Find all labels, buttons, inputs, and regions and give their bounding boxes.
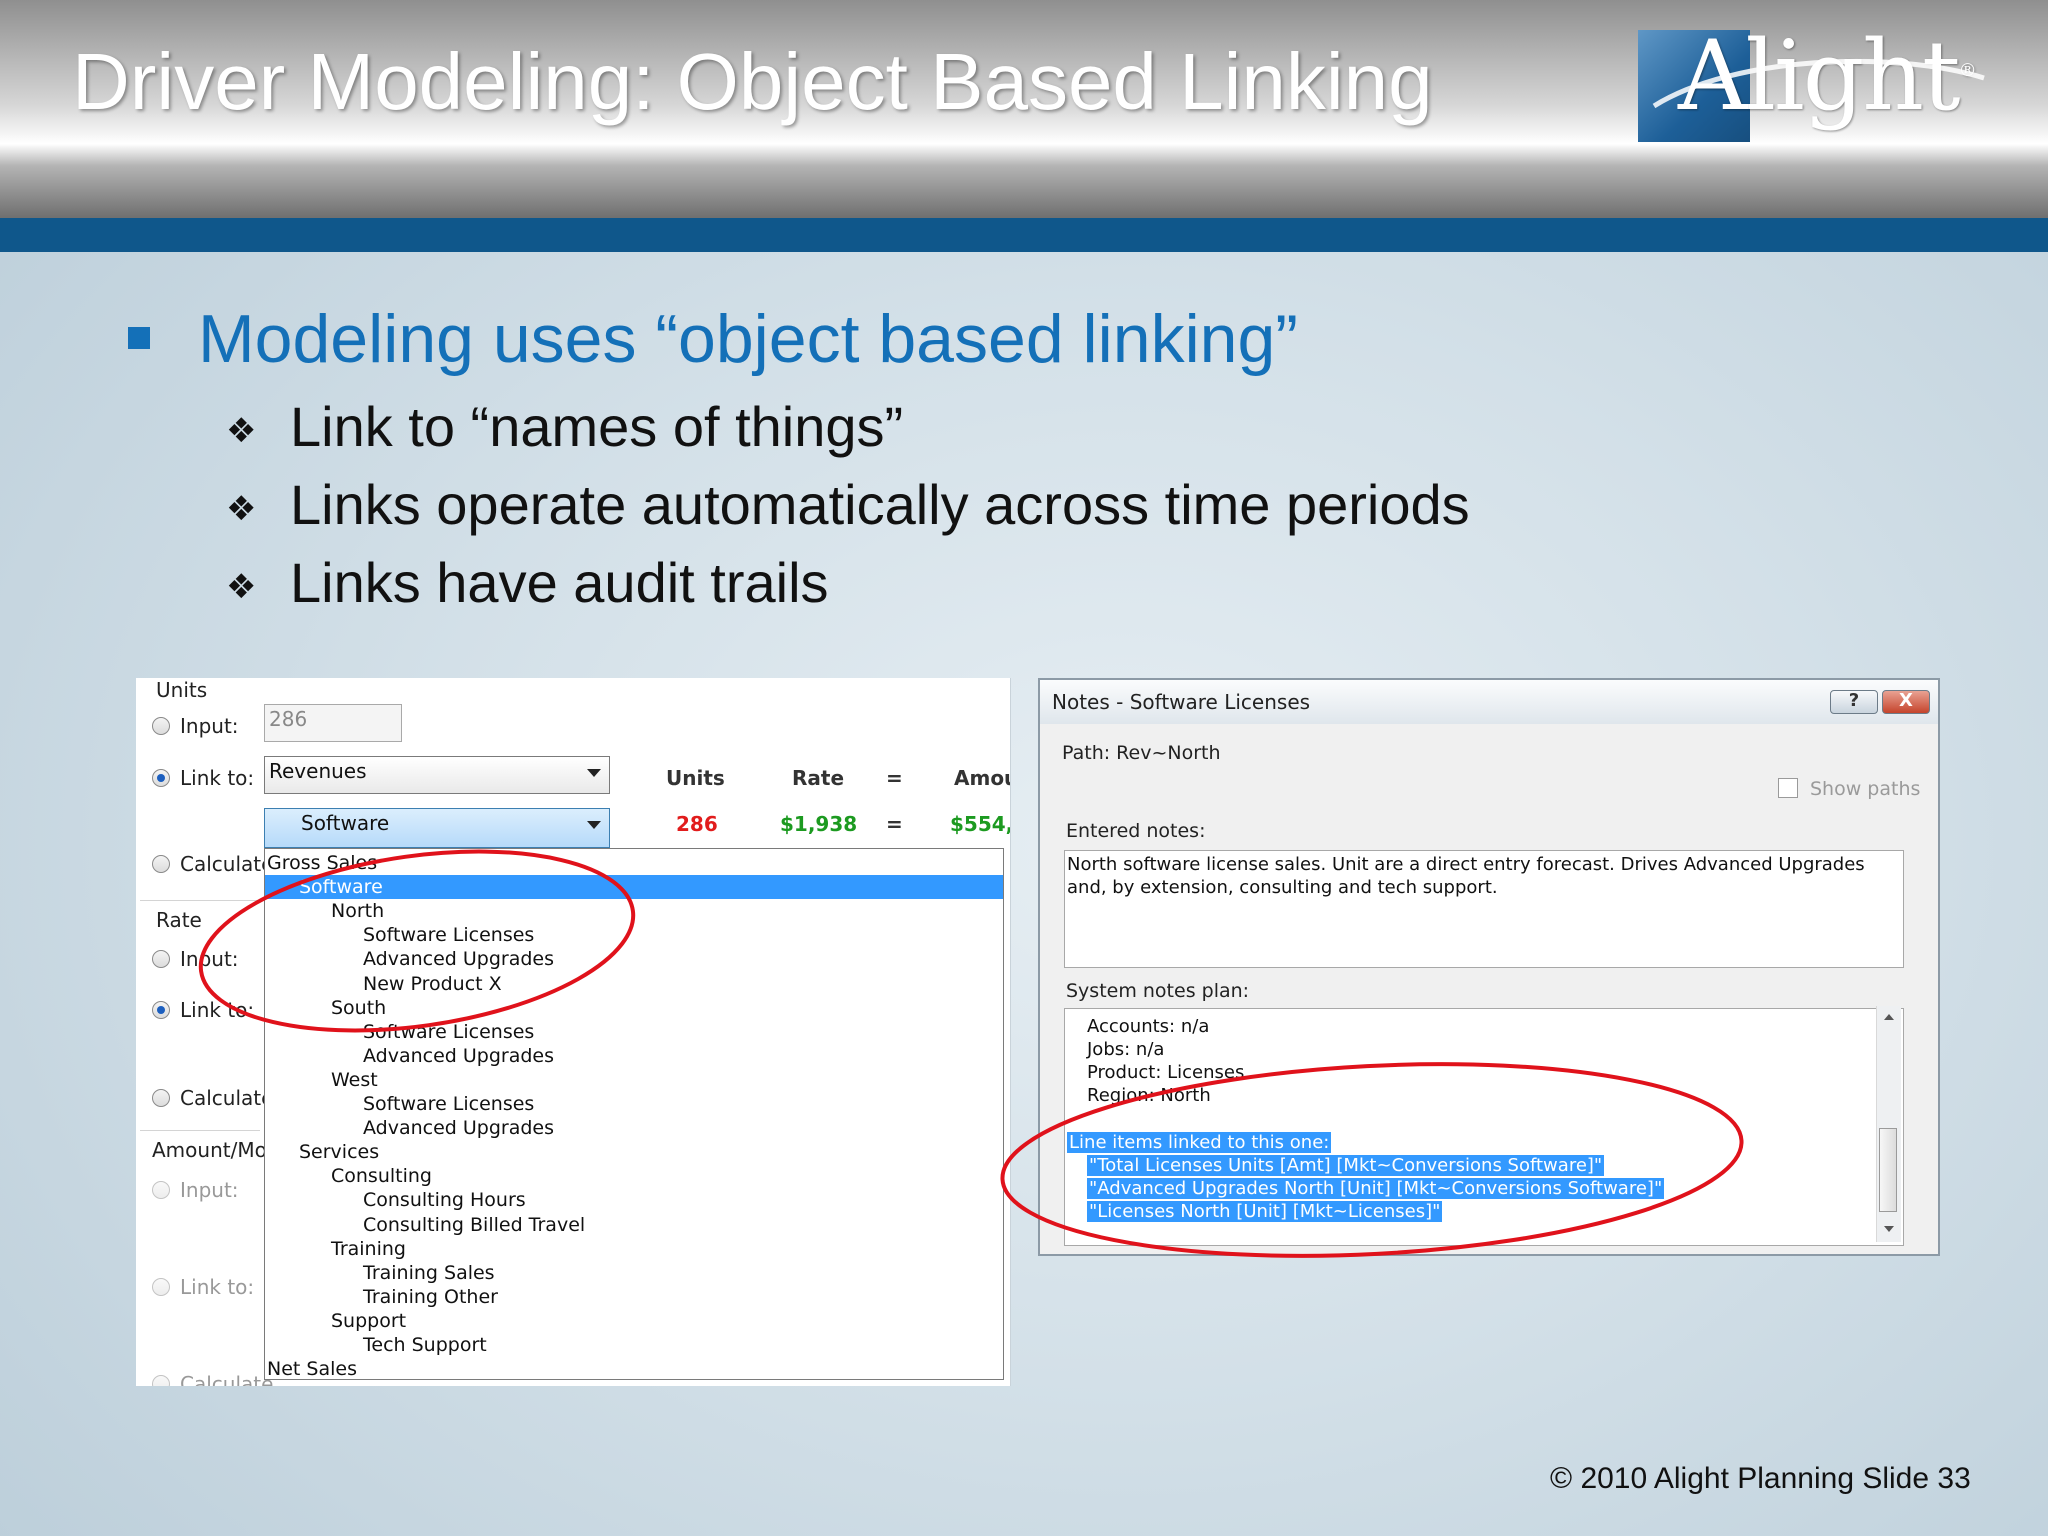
slide-title: Driver Modeling: Object Based Linking bbox=[72, 37, 1433, 126]
dropdown-item[interactable]: Advanced Upgrades bbox=[363, 1116, 554, 1140]
units-link-label: Link to: bbox=[180, 766, 255, 790]
divider bbox=[140, 900, 260, 901]
chevron-down-icon bbox=[587, 769, 601, 777]
col-header-rate: Rate bbox=[792, 766, 845, 790]
dropdown-item[interactable]: Consulting Billed Travel bbox=[363, 1213, 585, 1237]
help-button[interactable]: ? bbox=[1830, 690, 1878, 714]
dropdown-item[interactable]: North bbox=[331, 899, 384, 923]
divider bbox=[140, 1130, 260, 1131]
dropdown-item[interactable]: Services bbox=[299, 1140, 379, 1164]
logo-swoosh-icon bbox=[1652, 58, 1985, 109]
rate-input-radio[interactable] bbox=[152, 950, 170, 968]
units-link-radio[interactable] bbox=[152, 769, 170, 787]
dropdown-item[interactable]: Training Other bbox=[363, 1285, 498, 1309]
dropdown-item[interactable]: Net Sales bbox=[267, 1357, 357, 1379]
slide-footer: © 2010 Alight Planning Slide 33 bbox=[1550, 1462, 1971, 1495]
linked-line-item: "Advanced Upgrades North [Unit] [Mkt~Con… bbox=[1087, 1178, 1665, 1199]
dropdown-item[interactable]: Training bbox=[331, 1237, 406, 1261]
link-category-combo[interactable]: Revenues bbox=[264, 756, 610, 794]
dropdown-item[interactable]: Support bbox=[331, 1309, 406, 1333]
dropdown-item[interactable]: Software Licenses bbox=[363, 1092, 534, 1116]
linked-line-item: "Total Licenses Units [Amt] [Mkt~Convers… bbox=[1087, 1155, 1605, 1176]
amount-link-radio[interactable] bbox=[152, 1278, 170, 1296]
dropdown-item[interactable]: Software Licenses bbox=[363, 1020, 534, 1044]
dropdown-item[interactable]: West bbox=[331, 1068, 378, 1092]
alight-logo: Alight® bbox=[1638, 20, 1998, 142]
amount-input-radio[interactable] bbox=[152, 1181, 170, 1199]
dropdown-item[interactable]: Software Licenses bbox=[363, 923, 534, 947]
bullet-square-icon bbox=[128, 327, 150, 349]
rate-calculate-radio[interactable] bbox=[152, 1089, 170, 1107]
scroll-down-icon[interactable] bbox=[1884, 1226, 1894, 1232]
four-diamond-icon: ❖ bbox=[226, 490, 257, 529]
link-item-combo[interactable]: Software bbox=[264, 808, 610, 848]
units-input-radio[interactable] bbox=[152, 717, 170, 735]
units-input-field[interactable]: 286 bbox=[264, 704, 402, 742]
rate-link-radio[interactable] bbox=[152, 1001, 170, 1019]
show-paths-label: Show paths bbox=[1810, 778, 1921, 800]
amount-calculate-label: Calculate bbox=[180, 1372, 274, 1386]
col-header-amount: Amou bbox=[954, 766, 1010, 790]
rate-value: $1,938 bbox=[780, 812, 858, 836]
main-bullet: Modeling uses “object based linking” bbox=[198, 301, 1298, 377]
units-value: 286 bbox=[676, 812, 718, 836]
sub-bullet-1: ❖ Link to “names of things” bbox=[226, 395, 904, 458]
units-group-label: Units bbox=[156, 678, 208, 702]
dialog-title: Notes - Software Licenses bbox=[1052, 690, 1311, 714]
four-diamond-icon: ❖ bbox=[226, 412, 257, 451]
system-notes-scrollbar[interactable] bbox=[1876, 1006, 1901, 1242]
rate-input-label: Input: bbox=[180, 947, 239, 971]
rate-calculate-label: Calculate bbox=[180, 1086, 274, 1110]
dropdown-item[interactable]: Tech Support bbox=[363, 1333, 487, 1357]
header-accent-bar bbox=[0, 218, 2048, 252]
col-header-equals: = bbox=[886, 766, 903, 790]
entered-notes-label: Entered notes: bbox=[1066, 820, 1206, 842]
amount-input-label: Input: bbox=[180, 1178, 239, 1202]
units-calculate-label: Calculate bbox=[180, 852, 274, 876]
system-note-line: Jobs: n/a bbox=[1087, 1039, 1165, 1060]
rate-group-label: Rate bbox=[156, 908, 202, 932]
units-input-label: Input: bbox=[180, 714, 239, 738]
system-notes-box[interactable]: Accounts: n/a Jobs: n/a Product: License… bbox=[1064, 1008, 1904, 1246]
four-diamond-icon: ❖ bbox=[226, 568, 257, 607]
dropdown-item[interactable]: Consulting Hours bbox=[363, 1188, 526, 1212]
equals-sign: = bbox=[886, 812, 903, 836]
dropdown-item[interactable]: Training Sales bbox=[363, 1261, 495, 1285]
linked-lines-header: Line items linked to this one: bbox=[1067, 1132, 1332, 1153]
scroll-up-icon[interactable] bbox=[1884, 1014, 1894, 1020]
dropdown-item[interactable]: New Product X bbox=[363, 972, 502, 996]
units-calculate-radio[interactable] bbox=[152, 855, 170, 873]
dropdown-item[interactable]: Consulting bbox=[331, 1164, 432, 1188]
amount-calculate-radio[interactable] bbox=[152, 1375, 170, 1386]
col-header-units: Units bbox=[666, 766, 725, 790]
line-item-dropdown-list[interactable]: Gross Sales Software North Software License… bbox=[264, 848, 1004, 1380]
system-note-line: Accounts: n/a bbox=[1087, 1016, 1210, 1037]
system-note-line: Product: Licenses bbox=[1087, 1062, 1245, 1083]
entered-notes-textarea[interactable]: North software license sales. Unit are a… bbox=[1064, 850, 1904, 968]
amount-link-label: Link to: bbox=[180, 1275, 255, 1299]
close-button[interactable]: X bbox=[1882, 690, 1930, 714]
dropdown-item[interactable]: Software bbox=[265, 875, 1003, 900]
amount-group-label: Amount/Mor bbox=[152, 1138, 276, 1162]
rate-link-label: Link to: bbox=[180, 998, 255, 1022]
dropdown-item[interactable]: Gross Sales bbox=[267, 851, 377, 875]
notes-path: Path: Rev~North bbox=[1062, 742, 1221, 764]
amount-value: $554, bbox=[950, 812, 1011, 836]
notes-dialog: Notes - Software Licenses ? X Path: Rev~… bbox=[1038, 678, 1940, 1256]
dropdown-item[interactable]: Advanced Upgrades bbox=[363, 947, 554, 971]
system-note-line: Region: North bbox=[1087, 1085, 1211, 1106]
system-notes-label: System notes plan: bbox=[1066, 980, 1250, 1002]
linked-line-item: "Licenses North [Unit] [Mkt~Licenses]" bbox=[1087, 1201, 1443, 1222]
chevron-down-icon bbox=[587, 821, 601, 829]
dropdown-item[interactable]: South bbox=[331, 996, 386, 1020]
show-paths-checkbox[interactable] bbox=[1778, 778, 1798, 798]
dropdown-item[interactable]: Advanced Upgrades bbox=[363, 1044, 554, 1068]
sub-bullet-3: ❖ Links have audit trails bbox=[226, 551, 829, 614]
scroll-thumb[interactable] bbox=[1879, 1128, 1897, 1212]
sub-bullet-2: ❖ Links operate automatically across time… bbox=[226, 473, 1470, 536]
